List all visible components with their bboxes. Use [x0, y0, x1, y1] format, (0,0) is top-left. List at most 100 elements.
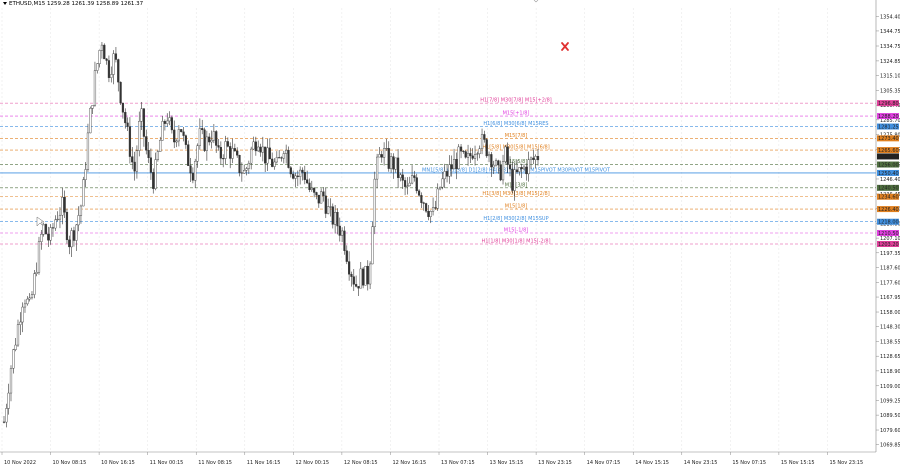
candle-body [403, 180, 407, 187]
candle-body [306, 179, 309, 184]
candle-body [376, 156, 379, 180]
y-tick-label: 1118.90 [880, 369, 900, 375]
candle-body [112, 53, 115, 75]
x-tick-label: 14 Nov 15:15 [635, 460, 669, 466]
candle-body [445, 171, 449, 177]
candle-body [247, 162, 250, 169]
candle-body [452, 159, 456, 170]
candle-body [82, 179, 85, 207]
level-label: M15[1/8] [505, 204, 528, 210]
level-label: H1[6/8] M30[6/8] M15RES [483, 121, 548, 127]
candle-body [161, 121, 164, 141]
y-tick-label: 1079.60 [880, 428, 900, 434]
candle-body [378, 154, 381, 158]
candle-body [483, 134, 486, 140]
candle-body [431, 207, 435, 212]
level-label: M15[7/8] [505, 133, 528, 139]
candle-body [362, 268, 365, 286]
candle-body [518, 167, 521, 173]
candle-body [392, 156, 395, 170]
candle-body [47, 233, 50, 241]
candle-body [294, 175, 297, 179]
x-tick-label: 12 Nov 08:15 [344, 460, 378, 466]
x-tick-label: 11 Nov 00:15 [150, 460, 184, 466]
candle-body [243, 170, 246, 174]
x-tick-label: 15 Nov 15:15 [781, 460, 815, 466]
candle-body [525, 166, 528, 175]
candle-body [415, 177, 418, 192]
candle-body [441, 178, 444, 188]
candle-body [303, 172, 306, 180]
candle-body [14, 344, 17, 350]
candle-body [443, 171, 446, 180]
candle-body [266, 147, 269, 164]
candle-body [9, 368, 13, 394]
y-tick-label: 1138.55 [880, 339, 900, 345]
candle-body [364, 265, 367, 286]
candle-body [499, 164, 502, 181]
y-tick-label: 1324.85 [880, 59, 900, 65]
candle-body [49, 227, 52, 241]
candle-body [448, 164, 451, 177]
candle-body [63, 197, 66, 213]
candle-body [210, 139, 213, 143]
candle-body [86, 132, 90, 170]
candle-body [26, 298, 29, 305]
candle-body [35, 272, 38, 274]
candle-body [131, 156, 134, 163]
candle-body [166, 120, 169, 124]
x-tick-label: 12 Nov 00:15 [295, 460, 329, 466]
y-tick-label: 1167.95 [880, 295, 900, 301]
candle-body [334, 212, 337, 225]
candle-body [128, 126, 132, 157]
price-badge-label: 1296.80 [878, 101, 899, 107]
candle-body [175, 140, 178, 143]
candle-body [215, 131, 218, 146]
candle-body [399, 174, 402, 178]
candle-body [406, 185, 409, 187]
candle-body [44, 224, 48, 235]
candle-body [121, 102, 125, 113]
candle-body [369, 263, 372, 285]
candle-body [336, 212, 339, 227]
cursor-arrow-icon [36, 216, 45, 227]
candle-body [313, 187, 316, 193]
y-tick-label: 1069.85 [880, 443, 900, 449]
candle-body [324, 195, 327, 214]
candle-body [536, 156, 540, 161]
candle-body [345, 250, 348, 262]
candle-body [492, 164, 495, 168]
price-chart[interactable]: H1[7/8] M30[7/8] M15[+2/8] M15[+1/8] H1[6/… [0, 0, 900, 468]
chart-window[interactable]: ETHUSD,M15 1259.28 1261.39 1258.89 1261.… [0, 0, 900, 468]
candle-body [471, 155, 474, 159]
level-label: H1[1/8] M30[1/8] M15[-2/8] [481, 238, 550, 244]
x-tick-label: 10 Nov 08:15 [53, 460, 87, 466]
candle-body [259, 146, 262, 153]
candle-body [145, 136, 148, 151]
candle-body [308, 182, 311, 190]
candle-body [30, 294, 34, 299]
candle-body [310, 187, 313, 190]
candle-body [252, 141, 255, 150]
candle-body [380, 154, 383, 158]
price-badge-label: 1226.40 [878, 207, 899, 213]
candle-body [478, 148, 481, 154]
price-badge-label: 1273.40 [878, 136, 899, 142]
candle-body [296, 175, 299, 177]
candle-body [191, 172, 194, 181]
candle-body [511, 168, 514, 191]
candle-body [147, 150, 150, 158]
x-tick-label: 13 Nov 23:15 [538, 460, 572, 466]
grid [0, 0, 877, 453]
candle-body [487, 154, 491, 157]
price-badge-label: 1256.00 [878, 162, 899, 168]
close-icon[interactable] [561, 42, 569, 51]
y-tick-label: 1197.35 [880, 251, 900, 257]
candle-body [331, 206, 334, 225]
price-badge-label: 1288.20 [878, 114, 899, 120]
candle-body [79, 205, 83, 216]
candle-body [275, 157, 278, 163]
candle-body [107, 60, 111, 78]
candle-body [19, 321, 22, 325]
candle-body [222, 158, 225, 160]
